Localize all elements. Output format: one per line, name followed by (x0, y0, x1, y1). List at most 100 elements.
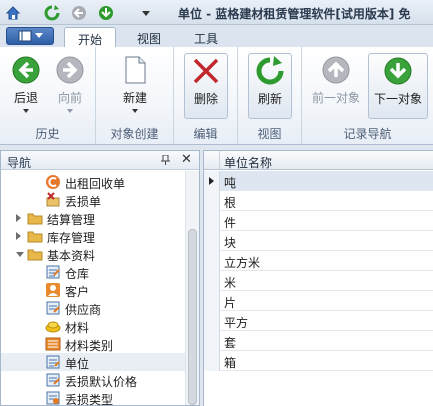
material-icon (45, 318, 61, 334)
loss-icon (45, 192, 61, 208)
unit-grid: 单位名称 吨根件块立方米米片平方套箱 (203, 150, 433, 406)
nav-scrollbar-thumb[interactable] (188, 229, 197, 405)
table-row[interactable]: 件 (204, 211, 433, 231)
nav-item[interactable]: 基本资料 (1, 245, 185, 263)
rent-return-icon (45, 174, 61, 190)
customer-icon (45, 282, 61, 298)
unit-name-cell: 件 (224, 216, 237, 230)
row-indicator[interactable] (204, 331, 220, 351)
row-indicator[interactable] (204, 311, 220, 331)
collapsed-arrow-icon[interactable] (16, 214, 21, 222)
column-header-unit-name[interactable]: 单位名称 (224, 154, 272, 171)
nav-item-label: 库存管理 (47, 231, 96, 245)
row-indicator[interactable] (204, 291, 220, 311)
row-indicator[interactable] (204, 271, 220, 291)
forward-icon[interactable] (96, 3, 115, 22)
group-create: 新建 对象创建 (96, 47, 174, 144)
ribbon-tab-row: 开始 视图 工具 (0, 25, 433, 48)
nav-item[interactable]: 客户 (1, 281, 185, 299)
nav-item[interactable]: 仓库 (1, 263, 185, 281)
navigation-title: 导航 (7, 156, 32, 170)
row-indicator[interactable] (204, 211, 220, 231)
unit-name-cell: 块 (224, 236, 237, 250)
new-document-icon (120, 55, 150, 85)
row-indicator[interactable] (204, 351, 220, 371)
quick-access-dropdown-icon[interactable] (136, 3, 155, 22)
back-icon[interactable] (69, 3, 88, 22)
nav-item-label: 丢损类型 (65, 393, 114, 406)
tab-view[interactable]: 视图 (124, 27, 174, 47)
group-edit: 删除 编辑 (174, 47, 238, 144)
table-row[interactable]: 根 (204, 191, 433, 211)
back-button[interactable]: 后退 (4, 53, 48, 119)
tab-home[interactable]: 开始 (64, 27, 116, 48)
table-row[interactable]: 片 (204, 291, 433, 311)
table-row[interactable]: 吨 (204, 171, 433, 191)
nav-item[interactable]: 供应商 (1, 299, 185, 317)
ribbon: 后退 向前 历史 新建 对象创建 删除 编辑 刷新 视图 前一对象 下一对象 记… (0, 47, 433, 145)
delete-button[interactable]: 删除 (184, 53, 228, 119)
nav-item[interactable]: 丢损单 (1, 191, 185, 209)
nav-item[interactable]: 单位 (1, 353, 185, 371)
expanded-arrow-icon[interactable] (16, 252, 24, 257)
nav-item-label: 出租回收单 (65, 177, 126, 191)
nav-item[interactable]: 结算管理 (1, 209, 185, 227)
warehouse-icon (45, 264, 61, 280)
row-indicator[interactable] (204, 251, 220, 271)
nav-item-label: 丢损默认价格 (65, 375, 138, 389)
price-icon (45, 372, 61, 388)
table-row[interactable]: 套 (204, 331, 433, 351)
unit-name-cell: 箱 (224, 356, 237, 370)
table-row[interactable]: 箱 (204, 351, 433, 371)
row-indicator[interactable] (204, 191, 220, 211)
table-row[interactable]: 米 (204, 271, 433, 291)
folder-icon (27, 228, 43, 244)
nav-scrollbar[interactable] (185, 171, 199, 405)
arrow-up-icon (321, 55, 351, 85)
nav-item[interactable]: 库存管理 (1, 227, 185, 245)
table-row[interactable]: 立方米 (204, 251, 433, 271)
nav-item-label: 结算管理 (47, 213, 96, 227)
next-object-button[interactable]: 下一对象 (368, 53, 428, 119)
refresh-button[interactable]: 刷新 (248, 53, 292, 119)
new-button[interactable]: 新建 (110, 53, 160, 119)
tab-tools[interactable]: 工具 (180, 27, 232, 47)
refresh-icon[interactable] (42, 3, 61, 22)
group-history: 后退 向前 历史 (0, 47, 96, 144)
row-indicator[interactable] (204, 171, 220, 191)
close-icon[interactable]: ✕ (181, 152, 192, 167)
group-record-nav: 前一对象 下一对象 记录导航 (302, 47, 433, 144)
group-label-create: 对象创建 (110, 127, 159, 141)
grid-header: 单位名称 (204, 151, 433, 170)
app-menu-button[interactable] (6, 27, 54, 45)
unit-name-cell: 片 (224, 296, 237, 310)
nav-item[interactable]: 材料 (1, 317, 185, 335)
home-icon[interactable] (3, 3, 22, 22)
unit-icon (45, 354, 61, 370)
nav-item[interactable]: 材料类别 (1, 335, 185, 353)
nav-item[interactable]: 丢损默认价格 (1, 371, 185, 389)
pin-icon[interactable] (161, 154, 170, 168)
loss-type-icon (45, 390, 61, 406)
nav-item[interactable]: 出租回收单 (1, 173, 185, 191)
row-indicator[interactable] (204, 231, 220, 251)
nav-item-label: 材料 (65, 321, 90, 335)
table-row[interactable]: 块 (204, 231, 433, 251)
delete-x-icon (191, 56, 221, 86)
unit-name-cell: 套 (224, 336, 237, 350)
forward-button[interactable]: 向前 (48, 53, 92, 119)
group-label-history: 历史 (35, 127, 60, 141)
arrow-right-icon (55, 55, 85, 85)
category-icon (45, 336, 61, 352)
nav-item-label: 材料类别 (65, 339, 114, 353)
navigation-panel: 导航 ✕ 出租回收单 丢损单结算管理库存管理基本资料 仓库 客户 供应商材料材料类别 单位… (0, 150, 200, 406)
group-label-view: 视图 (257, 127, 282, 141)
prev-object-button[interactable]: 前一对象 (306, 53, 366, 119)
nav-item[interactable]: 丢损类型 (1, 389, 185, 406)
current-row-pointer-icon (209, 177, 214, 185)
table-row[interactable]: 平方 (204, 311, 433, 331)
unit-name-cell: 立方米 (224, 256, 261, 270)
collapsed-arrow-icon[interactable] (16, 232, 21, 240)
unit-name-cell: 平方 (224, 316, 249, 330)
nav-item-label: 基本资料 (47, 249, 96, 263)
